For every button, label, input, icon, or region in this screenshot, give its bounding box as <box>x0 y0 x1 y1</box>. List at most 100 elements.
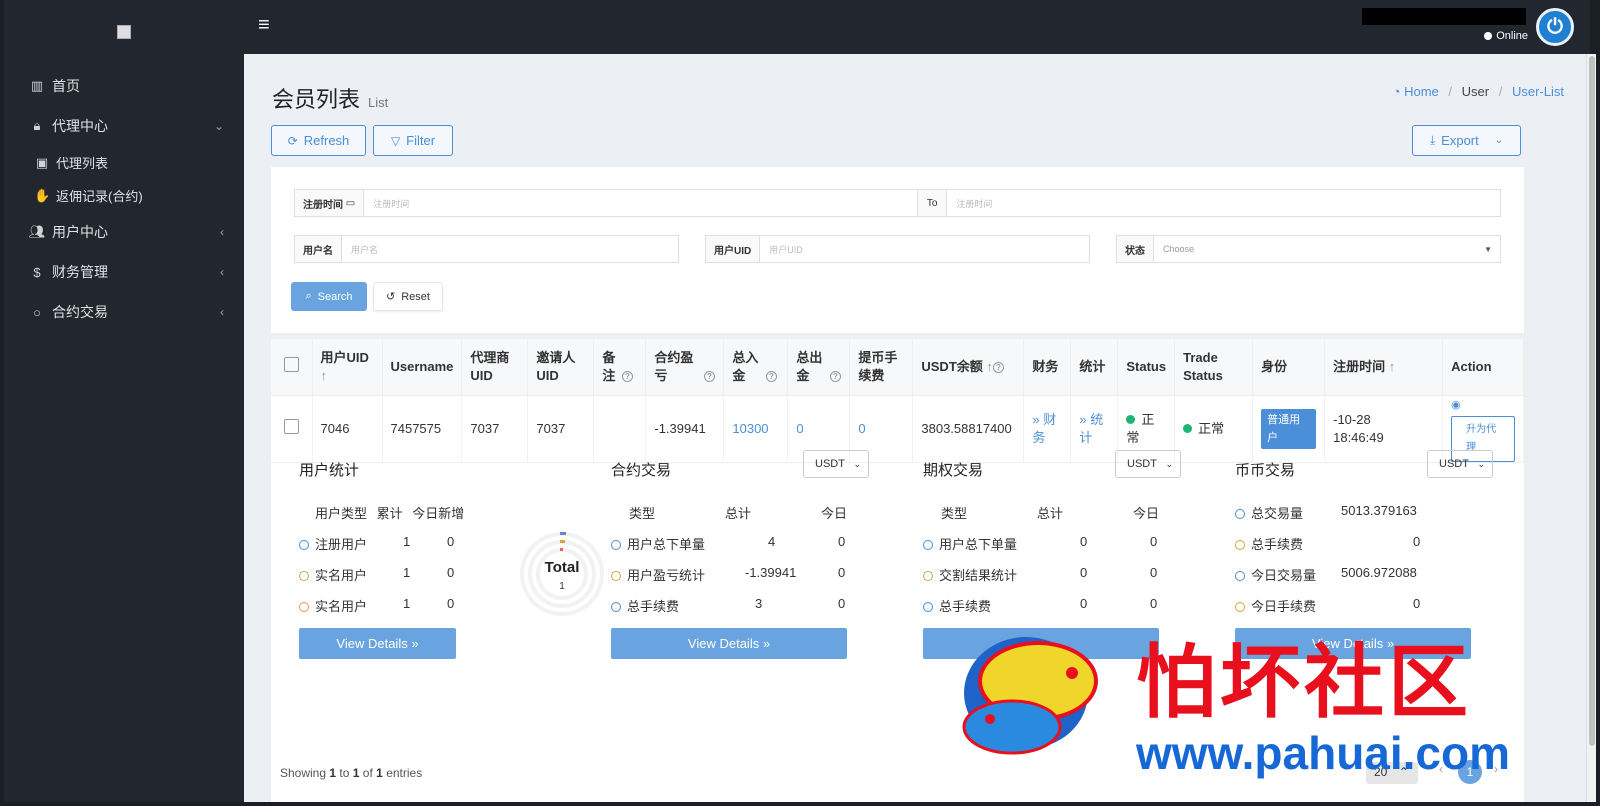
page-title: 会员列表 List <box>272 82 388 114</box>
reg-time-to-input[interactable]: 注册时间 <box>947 197 1500 210</box>
scrollbar-thumb[interactable] <box>1589 56 1595 746</box>
sidebar-item-agent-list[interactable]: ▣ 代理列表 <box>4 146 244 179</box>
row-today: 0 <box>1150 596 1158 611</box>
bar-chart-icon: ▥ <box>30 78 44 93</box>
uid-field: 用户UID 用户UID <box>705 235 1090 263</box>
row-today: 0 <box>838 565 846 580</box>
finance-link[interactable]: » 财务 <box>1032 411 1062 447</box>
th-action-label: Action <box>1451 358 1492 374</box>
reg-time-label: 注册时间 ▭ <box>295 190 365 216</box>
row-name: 用户总下单量 <box>627 537 706 552</box>
sidebar-item-agent-center[interactable]: 🔒︎ 代理中心 ⌄ <box>4 106 244 146</box>
status-select[interactable]: Choose <box>1154 244 1484 254</box>
th-fee: 提币手续费 <box>849 339 914 396</box>
row-value: 0 <box>1413 534 1421 549</box>
currency-select[interactable]: USDT ⌄ <box>1115 450 1181 478</box>
sidebar-item-contract[interactable]: ○ 合约交易 ‹ <box>4 292 244 332</box>
pagination-summary: Showing 1 to 1 of 1 entries <box>280 766 422 780</box>
view-details-button[interactable]: View Details » <box>611 628 847 659</box>
avatar[interactable]: ⏻ <box>1536 8 1574 46</box>
cell-agent-uid: 7037 <box>461 395 529 463</box>
refresh-button[interactable]: ⟳ Refresh <box>271 125 366 156</box>
export-button[interactable]: ⤓ Export ⌄ <box>1412 125 1521 156</box>
cell-reg-time: -10-28 18:46:49 <box>1324 395 1444 463</box>
list-item: 实名用户 <box>299 565 367 584</box>
uid-label: 用户UID <box>706 236 761 262</box>
dollar-icon: $ <box>33 264 41 280</box>
status-text: Online <box>1496 30 1528 42</box>
row-checkbox[interactable] <box>284 418 299 434</box>
currency-select[interactable]: USDT ⌄ <box>1427 450 1493 478</box>
chevron-down-icon: ⌄ <box>213 119 224 133</box>
list-item: 用户盈亏统计 <box>611 565 705 584</box>
th-withdraw: 总出金 ? <box>787 339 851 396</box>
sidebar-item-home[interactable]: ▥ 首页 <box>4 66 244 106</box>
currency-select[interactable]: USDT ⌄ <box>803 450 869 478</box>
filter-panel: 注册时间 ▭ 注册时间 To 注册时间 用户名 用户名 用户UID 用户UID … <box>271 167 1524 333</box>
list-item: 实名用户 <box>299 596 367 615</box>
contract-stats-card: 合约交易 USDT ⌄ 类型 总计 今日 用户总下单量 4 0 用户盈亏统计 -1… <box>611 450 881 689</box>
row-total: 0 <box>1080 565 1088 580</box>
reset-button[interactable]: ↺ Reset <box>373 282 443 311</box>
to-label: To <box>916 190 948 216</box>
breadcrumb-user-list[interactable]: User-List <box>1512 84 1564 99</box>
eye-icon[interactable]: ◉ <box>1451 396 1515 414</box>
page-scrollbar[interactable] <box>1586 54 1596 802</box>
row-total: 4 <box>768 534 776 549</box>
list-item: 用户总下单量 <box>611 534 705 553</box>
search-button[interactable]: ⌕ Search <box>291 282 367 311</box>
dashboard-icon: ◔ <box>1392 84 1405 99</box>
row-today: 0 <box>1150 534 1158 549</box>
to-value: 1 <box>352 766 360 780</box>
view-details-button[interactable] <box>923 628 1159 659</box>
refresh-label: Refresh <box>303 133 350 148</box>
th-trade-status: Trade Status <box>1174 339 1254 396</box>
col-today: 今日 <box>821 506 848 521</box>
sort-arrow-icon: ↑ <box>986 358 993 374</box>
filter-button[interactable]: ▽ Filter <box>373 125 453 156</box>
select-all-checkbox[interactable] <box>284 356 299 372</box>
th-finance: 财务 <box>1023 339 1072 396</box>
coin-stats-title: 币币交易 <box>1235 462 1296 479</box>
th-uid[interactable]: 用户UID ↑ <box>312 339 383 396</box>
col-today: 今日新增 <box>412 506 465 521</box>
sidebar-item-user-center[interactable]: 👥︎ 用户中心 ‹ <box>4 212 244 252</box>
circle-icon <box>1235 509 1245 519</box>
circle-icon <box>923 602 933 612</box>
user-stats-title: 用户统计 <box>299 462 360 479</box>
cell-deposit-link[interactable]: 10300 <box>723 395 789 463</box>
sidebar-item-rebate-records[interactable]: ✋ 返佣记录(合约) <box>4 179 244 212</box>
user-stats-card: 用户统计 用户类型 累计 今日新增 注册用户 1 0 实名用户 1 0 实名用户… <box>299 459 604 689</box>
breadcrumb-home[interactable]: ◔ Home <box>1393 84 1439 99</box>
broken-image-icon <box>117 25 131 39</box>
th-remark-label: 备注 <box>602 349 616 383</box>
menu-toggle-icon[interactable]: ≡ <box>258 14 270 37</box>
th-usdt[interactable]: USDT余额 ↑? <box>912 339 1025 396</box>
row-today: 0 <box>838 596 846 611</box>
username-input[interactable]: 用户名 <box>342 243 678 256</box>
col-today: 今日 <box>1133 506 1160 521</box>
sidebar-item-finance[interactable]: $ 财务管理 ‹ <box>4 252 244 292</box>
option-stats-title: 期权交易 <box>923 462 984 479</box>
watermark-text: 怕坏社区 <box>1136 635 1472 729</box>
logo <box>4 0 244 64</box>
th-trade-status-label: Trade Status <box>1183 349 1223 383</box>
uid-input[interactable]: 用户UID <box>760 243 1089 256</box>
user-table: 用户UID ↑ Username 代理商UID 邀请人UID 备注 ? 合约盈亏 … <box>271 339 1524 463</box>
sidebar-item-label: 代理列表 <box>56 156 109 171</box>
view-details-button[interactable]: View Details » <box>299 628 456 659</box>
to-word: to <box>339 766 350 780</box>
row-today: 0 <box>838 534 846 549</box>
watermark-url: www.pahuai.com <box>1136 727 1511 779</box>
reg-time-from-input[interactable]: 注册时间 <box>364 197 917 210</box>
row-today: 0 <box>1150 565 1158 580</box>
col-type: 类型 <box>629 506 656 521</box>
cell-inviter-uid: 7037 <box>527 395 595 463</box>
th-reg-time[interactable]: 注册时间 ↑ <box>1324 339 1444 396</box>
th-status: Status <box>1117 339 1176 396</box>
trade-status-badge: 正常 <box>1198 420 1225 436</box>
stats-link[interactable]: » 统计 <box>1079 411 1109 447</box>
row-name: 总手续费 <box>939 599 992 614</box>
username-field: 用户名 用户名 <box>294 235 679 263</box>
sidebar-item-label: 合约交易 <box>52 304 108 320</box>
